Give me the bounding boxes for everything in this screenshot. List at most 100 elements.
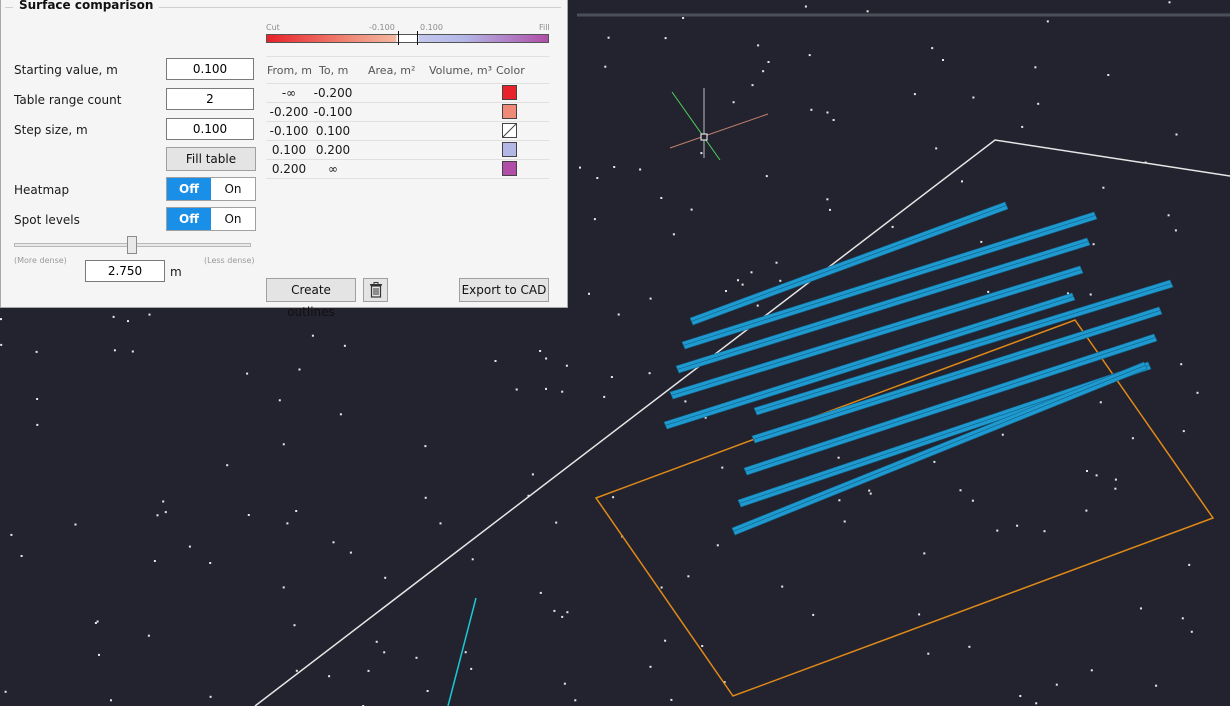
survey-point (1188, 563, 1191, 566)
survey-point (701, 645, 704, 647)
survey-point (531, 473, 534, 476)
table-cell-from[interactable]: -∞ (267, 86, 311, 100)
table-cell-from[interactable]: -0.200 (267, 105, 311, 119)
survey-point (295, 669, 298, 672)
survey-point (295, 510, 298, 512)
survey-point (1167, 214, 1170, 217)
survey-point (148, 313, 151, 316)
step-size-input[interactable] (166, 118, 254, 140)
table-range-count-label: Table range count (14, 93, 122, 107)
fill-table-button[interactable]: Fill table (166, 147, 256, 171)
survey-point (670, 698, 673, 701)
survey-point (153, 560, 156, 562)
table-range-count-input[interactable] (166, 88, 254, 110)
survey-point (732, 101, 735, 104)
survey-point (987, 290, 990, 293)
survey-point (604, 65, 607, 68)
survey-point (1175, 133, 1178, 136)
table-cell-from[interactable]: 0.200 (267, 162, 311, 176)
survey-point (869, 492, 872, 495)
survey-point (913, 93, 916, 96)
density-slider-thumb[interactable] (127, 236, 138, 254)
survey-point (781, 585, 784, 588)
export-to-cad-button[interactable]: Export to CAD (459, 278, 549, 302)
survey-point (339, 413, 342, 416)
heatmap-off-option[interactable]: Off (167, 178, 211, 200)
survey-point (74, 523, 77, 526)
survey-point (328, 675, 331, 678)
color-swatch[interactable] (502, 85, 517, 100)
starting-value-input[interactable] (166, 58, 254, 80)
survey-point (725, 290, 727, 292)
survey-point (278, 399, 281, 402)
survey-point (837, 456, 840, 459)
color-swatch[interactable] (502, 123, 517, 138)
survey-point (247, 514, 250, 516)
survey-point (375, 640, 378, 643)
survey-point (866, 10, 869, 13)
survey-point (246, 372, 249, 375)
survey-point (1035, 702, 1038, 705)
table-cell-from[interactable]: -0.100 (267, 124, 311, 138)
survey-point (968, 645, 971, 648)
color-swatch[interactable] (502, 161, 517, 176)
spot-levels-on-option[interactable]: On (211, 208, 255, 230)
survey-point (4, 690, 7, 693)
survey-point (737, 279, 739, 282)
survey-point (933, 460, 936, 463)
survey-point (464, 651, 467, 654)
survey-point (1095, 474, 1098, 477)
density-unit-label: m (170, 265, 182, 279)
spot-levels-toggle[interactable]: Off On (166, 207, 256, 231)
survey-point (812, 613, 815, 616)
table-cell-to[interactable]: ∞ (313, 162, 353, 176)
survey-point (838, 499, 841, 502)
survey-point (716, 544, 719, 547)
survey-point (515, 388, 518, 391)
delete-button[interactable] (363, 278, 388, 302)
survey-point (561, 390, 564, 393)
color-swatch[interactable] (502, 142, 517, 157)
col-volume-header: Volume, m³ (429, 64, 493, 77)
table-cell-to[interactable]: -0.200 (313, 86, 353, 100)
survey-point (923, 552, 926, 555)
row-divider (266, 102, 549, 103)
create-outlines-button[interactable]: Create outlines (266, 278, 356, 319)
survey-point (110, 699, 112, 702)
survey-point (996, 529, 999, 532)
survey-point (164, 511, 167, 514)
survey-point (1131, 437, 1134, 440)
table-cell-from[interactable]: 0.100 (267, 143, 311, 157)
survey-point (1090, 669, 1093, 672)
survey-point (660, 197, 663, 199)
table-cell-to[interactable]: 0.200 (313, 143, 353, 157)
cut-label: Cut (266, 23, 280, 32)
survey-point (470, 667, 473, 670)
pos-threshold-label: 0.100 (420, 23, 443, 32)
survey-point (826, 198, 829, 201)
survey-point (1182, 430, 1185, 433)
survey-point (1114, 478, 1117, 481)
survey-point (156, 514, 159, 517)
survey-point (1190, 630, 1193, 633)
table-cell-to[interactable]: 0.100 (313, 124, 353, 138)
survey-point (664, 37, 667, 40)
survey-point (209, 695, 212, 698)
survey-point (687, 575, 690, 578)
color-swatch[interactable] (502, 104, 517, 119)
spot-levels-off-option[interactable]: Off (167, 208, 211, 230)
heatmap-on-option[interactable]: On (211, 178, 255, 200)
survey-point (1043, 530, 1046, 533)
survey-point (775, 261, 778, 264)
survey-point (1016, 524, 1019, 527)
heatmap-toggle[interactable]: Off On (166, 177, 256, 201)
survey-point (579, 166, 581, 169)
spot-levels-label: Spot levels (14, 213, 80, 227)
survey-point (927, 652, 930, 655)
survey-point (868, 489, 871, 492)
survey-point (36, 398, 39, 400)
survey-point (383, 651, 386, 654)
table-cell-to[interactable]: -0.100 (313, 105, 353, 119)
density-value-input[interactable] (85, 260, 165, 282)
survey-point (756, 304, 759, 307)
